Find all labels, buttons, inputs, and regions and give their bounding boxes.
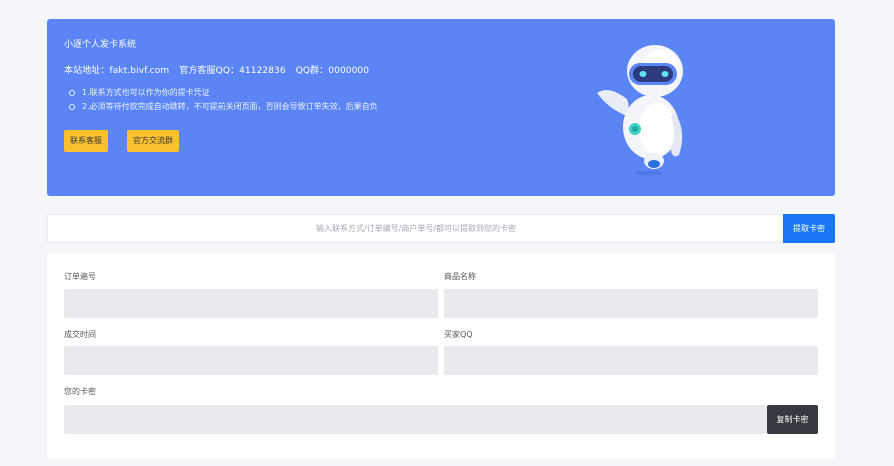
- join-group-button[interactable]: 官方交流群: [127, 130, 179, 152]
- product-name-label: 商品名称: [444, 272, 476, 281]
- qq-service: 官方客服QQ：41122836: [179, 66, 286, 76]
- order-number-label: 订单遍号: [64, 272, 96, 281]
- search-input[interactable]: [48, 215, 784, 242]
- robot-illustration: [597, 45, 683, 176]
- site-info: 本站地址：fakt.bivf.com 官方客服QQ：41122836 QQ群：000…: [64, 63, 379, 76]
- contact-service-button[interactable]: 联系客服: [64, 130, 108, 152]
- notice-list: 1.联系方式也可以作为你的提卡凭证 2.必须等待付款完成自动跳转，不可提前关闭页…: [69, 86, 378, 114]
- banner: 小逐个人发卡系统 本站地址：fakt.bivf.com 官方客服QQ：411228…: [47, 19, 835, 196]
- qq-group: QQ群：0000000: [295, 66, 370, 76]
- buyer-qq-label: 买家QQ: [444, 330, 473, 339]
- order-number-field: [64, 289, 438, 318]
- fetch-card-button[interactable]: 提取卡密: [783, 214, 835, 243]
- product-name-field: [444, 289, 818, 318]
- trade-time-label: 成交时间: [64, 330, 96, 339]
- copy-card-button[interactable]: 复制卡密: [767, 405, 818, 434]
- buyer-qq-field: [444, 346, 818, 375]
- trade-time-field: [64, 346, 438, 375]
- card-secret-field: [64, 405, 767, 434]
- site-address: 本站地址：fakt.bivf.com: [64, 66, 170, 76]
- notice-item: 1.联系方式也可以作为你的提卡凭证: [69, 86, 378, 100]
- notice-item: 2.必须等待付款完成自动跳转，不可提前关闭页面，否则会导致订单失效，后果自负: [69, 100, 378, 114]
- banner-title: 小逐个人发卡系统: [64, 40, 137, 50]
- order-panel: 订单遍号 商品名称 成交时间 买家QQ 您的卡密 复制卡密: [47, 253, 835, 459]
- card-secret-label: 您的卡密: [64, 387, 96, 396]
- search-bar: 提取卡密: [47, 214, 835, 243]
